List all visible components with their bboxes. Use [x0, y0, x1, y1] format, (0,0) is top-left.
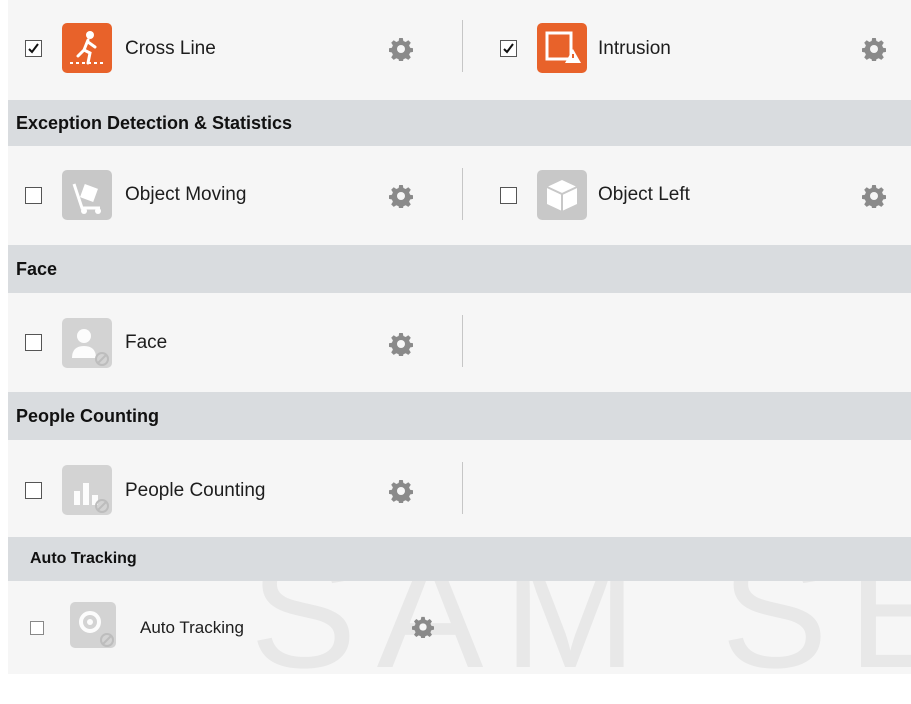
- face-icon: [62, 318, 112, 368]
- intrusion-label: Intrusion: [598, 38, 671, 59]
- auto-tracking-settings-gear-icon[interactable]: [411, 616, 435, 640]
- object-left-checkbox[interactable]: [500, 187, 517, 204]
- auto-tracking-checkbox[interactable]: [30, 621, 44, 635]
- object-left-settings-gear-icon[interactable]: [861, 184, 887, 210]
- cross-line-settings-gear-icon[interactable]: [388, 37, 414, 63]
- section-header-face: Face: [8, 245, 911, 293]
- column-divider: [462, 168, 463, 220]
- object-moving-settings-gear-icon[interactable]: [388, 184, 414, 210]
- object-left-icon: [537, 170, 587, 220]
- object-moving-icon: [62, 170, 112, 220]
- intrusion-settings-gear-icon[interactable]: [861, 37, 887, 63]
- face-label: Face: [125, 332, 168, 353]
- object-moving-checkbox[interactable]: [25, 187, 42, 204]
- people-counting-icon: [62, 465, 112, 515]
- object-left-label: Object Left: [598, 184, 690, 205]
- section-header-auto-tracking: Auto Tracking: [8, 537, 911, 581]
- intrusion-icon: [537, 23, 587, 73]
- column-divider: [462, 20, 463, 72]
- section-header-people-counting: People Counting: [8, 392, 911, 440]
- column-divider: [462, 462, 463, 514]
- section-header-exception-detection: Exception Detection & Statistics: [8, 100, 911, 146]
- face-checkbox[interactable]: [25, 334, 42, 351]
- auto-tracking-icon: [70, 602, 116, 648]
- column-divider: [462, 315, 463, 367]
- people-counting-checkbox[interactable]: [25, 482, 42, 499]
- intrusion-checkbox[interactable]: [500, 40, 517, 57]
- cross-line-icon: [62, 23, 112, 73]
- people-counting-settings-gear-icon[interactable]: [388, 479, 414, 505]
- people-counting-label: People Counting: [125, 480, 266, 501]
- face-settings-gear-icon[interactable]: [388, 332, 414, 358]
- auto-tracking-label: Auto Tracking: [140, 618, 244, 637]
- object-moving-label: Object Moving: [125, 184, 247, 205]
- cross-line-label: Cross Line: [125, 38, 216, 59]
- cross-line-checkbox[interactable]: [25, 40, 42, 57]
